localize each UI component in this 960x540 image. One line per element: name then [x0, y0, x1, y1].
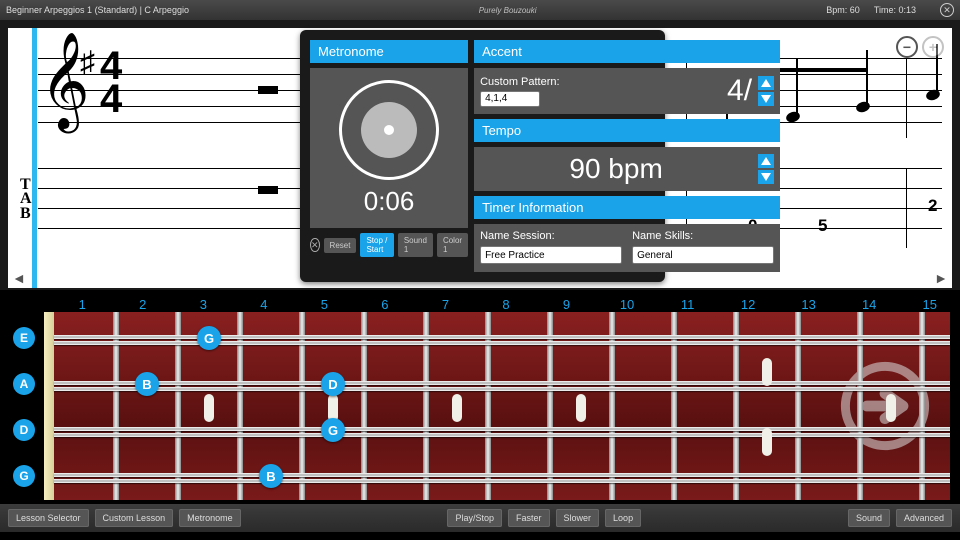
metronome-header: Metronome: [310, 40, 468, 63]
brand-label: Purely Bouzouki: [479, 6, 537, 15]
fret-number: 7: [415, 297, 476, 312]
open-string-label: G: [13, 465, 35, 487]
tempo-display: 90 bpm: [480, 153, 752, 185]
accent-down-button[interactable]: [758, 92, 774, 106]
close-button[interactable]: ✕: [940, 3, 954, 17]
zoom-out-button[interactable]: −: [896, 36, 918, 58]
metronome-elapsed: 0:06: [364, 186, 415, 217]
lesson-title: Beginner Arpeggios 1 (Standard) | C Arpe…: [6, 5, 189, 15]
fret-number: 12: [718, 297, 779, 312]
fret-number: 8: [476, 297, 537, 312]
key-signature: ♯: [80, 46, 95, 80]
fret-number: 3: [173, 297, 234, 312]
page-prev-button[interactable]: ◄: [12, 270, 26, 286]
rest-icon: [258, 186, 278, 194]
metronome-color-button[interactable]: Color 1: [437, 233, 468, 257]
string-line: [54, 427, 950, 431]
center-play-stop-button[interactable]: Play/Stop: [447, 509, 502, 527]
metronome-dial[interactable]: [339, 80, 439, 180]
string-line: [54, 381, 950, 385]
center-slower-button[interactable]: Slower: [556, 509, 600, 527]
string-line: [54, 479, 950, 483]
metronome-sound-button[interactable]: Sound 1: [398, 233, 433, 257]
note-marker[interactable]: G: [197, 326, 221, 350]
left-custom-lesson-button[interactable]: Custom Lesson: [95, 509, 174, 527]
fret-number: 15: [899, 297, 960, 312]
bpm-label: Bpm: 60: [826, 5, 860, 15]
timer-header: Timer Information: [474, 196, 780, 219]
metronome-body: 0:06: [310, 68, 468, 228]
tempo-up-button[interactable]: [758, 154, 774, 168]
fretboard[interactable]: EADG GBDGB: [10, 312, 950, 500]
string-line: [54, 341, 950, 345]
time-label: Time: 0:13: [874, 5, 916, 15]
fret-number: 5: [294, 297, 355, 312]
rest-icon: [258, 86, 278, 94]
string-line: [54, 335, 950, 339]
fret-number: 13: [778, 297, 839, 312]
right-sound-button[interactable]: Sound: [848, 509, 890, 527]
fret-number: 10: [597, 297, 658, 312]
nut: [44, 312, 54, 500]
bottombar: Lesson Selector Custom Lesson Metronome Pla…: [0, 504, 960, 532]
accent-pattern-input[interactable]: [480, 91, 540, 107]
accent-display: 4/: [566, 74, 753, 108]
open-string-label: D: [13, 419, 35, 441]
metronome-close-button[interactable]: ✕: [310, 238, 320, 252]
note-marker[interactable]: G: [321, 418, 345, 442]
fret-number: 11: [657, 297, 718, 312]
note-marker[interactable]: B: [259, 464, 283, 488]
session-label: Name Session:: [480, 230, 622, 242]
note-marker[interactable]: D: [321, 372, 345, 396]
playhead: [32, 28, 37, 288]
time-signature: 44: [100, 50, 122, 116]
session-input[interactable]: [480, 246, 622, 264]
page-next-button[interactable]: ►: [934, 270, 948, 286]
skills-label: Name Skills:: [632, 230, 774, 242]
advance-arrow-icon[interactable]: [840, 361, 930, 451]
zoom-in-button[interactable]: +: [922, 36, 944, 58]
fret-number: 9: [536, 297, 597, 312]
tempo-down-button[interactable]: [758, 170, 774, 184]
metronome-panel: Metronome 0:06 ✕ Reset Stop / Start Soun…: [300, 30, 665, 282]
string-line: [54, 433, 950, 437]
metronome-stopstart-button[interactable]: Stop / Start: [360, 233, 393, 257]
open-string-label: E: [13, 327, 35, 349]
center-loop-button[interactable]: Loop: [605, 509, 641, 527]
accent-pattern-label: Custom Pattern:: [480, 76, 559, 88]
accent-up-button[interactable]: [758, 76, 774, 90]
center-faster-button[interactable]: Faster: [508, 509, 550, 527]
open-string-label: A: [13, 373, 35, 395]
tab-label-icon: TAB: [20, 178, 32, 221]
string-line: [54, 473, 950, 477]
fret-number: 2: [113, 297, 174, 312]
metronome-reset-button[interactable]: Reset: [324, 238, 357, 253]
note-marker[interactable]: B: [135, 372, 159, 396]
accent-header: Accent: [474, 40, 780, 63]
right-advanced-button[interactable]: Advanced: [896, 509, 952, 527]
skills-input[interactable]: [632, 246, 774, 264]
string-line: [54, 387, 950, 391]
fret-number: 6: [355, 297, 416, 312]
fret-number: 4: [234, 297, 295, 312]
fret-number: 1: [52, 297, 113, 312]
left-lesson-selector-button[interactable]: Lesson Selector: [8, 509, 89, 527]
tempo-header: Tempo: [474, 119, 780, 142]
fret-number: 14: [839, 297, 900, 312]
left-metronome-button[interactable]: Metronome: [179, 509, 241, 527]
topbar: Beginner Arpeggios 1 (Standard) | C Arpe…: [0, 0, 960, 20]
fret-number-row: 123456789101112131415: [0, 290, 960, 312]
